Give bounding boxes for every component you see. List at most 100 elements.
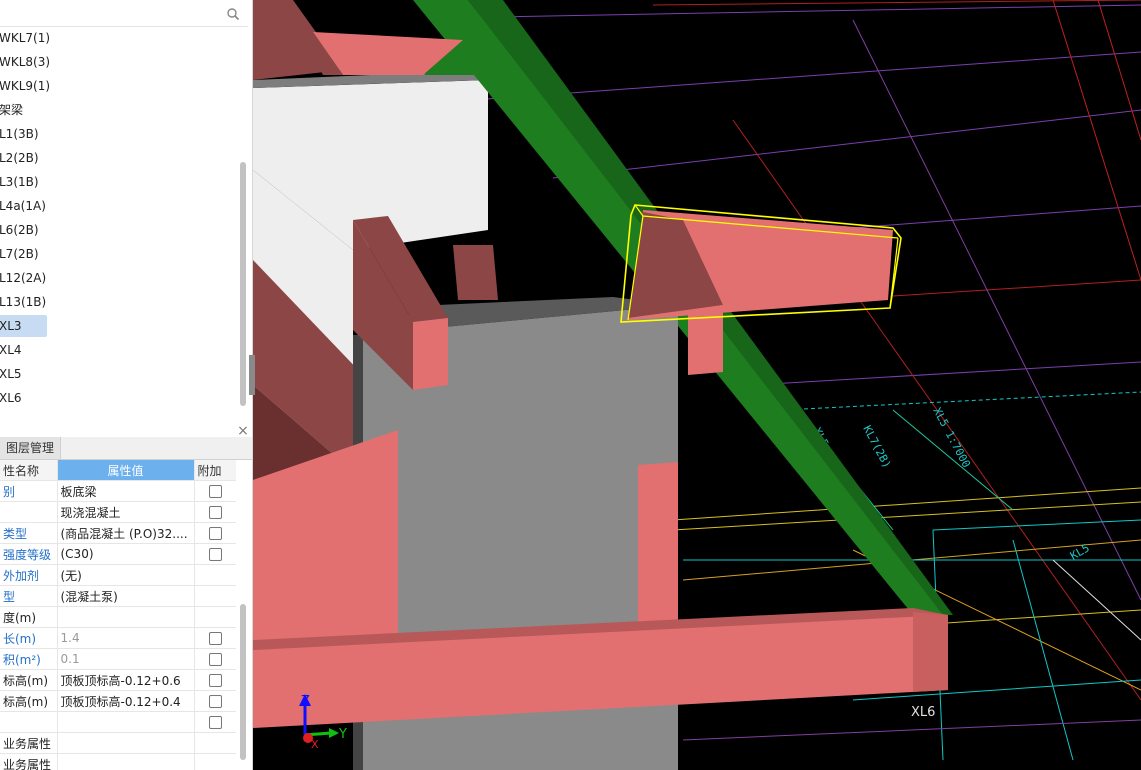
property-name: 标高(m)	[0, 690, 58, 712]
property-name: 积(m²)	[0, 648, 58, 670]
property-row[interactable]: 别板底梁	[0, 480, 236, 502]
extra-cell	[194, 480, 236, 502]
property-row[interactable]: 业务属性	[0, 732, 236, 754]
property-row[interactable]: 标高(m) 顶板顶标高-0.12+0.4	[0, 690, 236, 712]
property-name: 业务属性	[0, 732, 58, 754]
extra-cell	[194, 522, 236, 544]
property-row[interactable]: 积(m²) 0.1	[0, 648, 236, 670]
axis-y-label: Y	[338, 727, 347, 742]
extra-checkbox[interactable]	[208, 653, 222, 666]
property-value[interactable]: (无)	[57, 564, 195, 586]
extra-checkbox[interactable]	[208, 548, 222, 561]
extra-cell	[194, 753, 236, 770]
property-row[interactable]: 类型 (商品混凝土 (P.O)32....	[0, 522, 236, 544]
property-row[interactable]	[0, 711, 236, 733]
property-value[interactable]: 0.1	[57, 648, 195, 670]
property-row[interactable]: 外加剂 (无)	[0, 564, 236, 586]
property-row[interactable]: 强度等级 (C30)	[0, 543, 236, 565]
axis-z-label: Z	[301, 694, 310, 709]
extra-checkbox[interactable]	[208, 695, 222, 708]
header-extra: 附加	[194, 460, 236, 481]
extra-cell	[194, 690, 236, 712]
property-value[interactable]: 板底梁	[57, 480, 195, 502]
property-name: 别	[0, 480, 58, 502]
extra-cell	[194, 732, 236, 754]
header-property-name: 性名称	[0, 460, 58, 481]
tree-item[interactable]: XL5	[0, 363, 28, 385]
property-name: 度(m)	[0, 606, 58, 628]
tree-item[interactable]: L6(2B)	[0, 219, 45, 241]
component-tree: WKL7(1) WKL8(3) WKL9(1) 架梁 L1(3B) L2(2B)…	[0, 27, 238, 423]
tree-item[interactable]: WKL8(3)	[0, 51, 56, 73]
left-panel: WKL7(1) WKL8(3) WKL9(1) 架梁 L1(3B) L2(2B)…	[0, 0, 253, 770]
tree-item[interactable]: WKL9(1)	[0, 75, 56, 97]
property-row[interactable]: 长(m) 1.4	[0, 627, 236, 649]
panel-tab-bar: 图层管理	[0, 437, 252, 460]
close-icon[interactable]: ×	[236, 424, 250, 438]
extra-checkbox[interactable]	[208, 716, 222, 729]
search-icon[interactable]	[226, 7, 240, 21]
property-value[interactable]	[57, 711, 195, 733]
property-row[interactable]: 度(m)	[0, 606, 236, 628]
property-value[interactable]: 顶板顶标高-0.12+0.6	[57, 669, 195, 691]
property-name	[0, 501, 58, 523]
property-name	[0, 711, 58, 733]
property-name: 强度等级	[0, 543, 58, 565]
property-value[interactable]	[57, 606, 195, 628]
tree-item[interactable]: 架梁	[0, 99, 29, 121]
extra-checkbox[interactable]	[208, 632, 222, 645]
tree-item-selected[interactable]: XL3	[0, 315, 47, 337]
tree-item[interactable]: L7(2B)	[0, 243, 45, 265]
property-value[interactable]: 现浇混凝土	[57, 501, 195, 523]
extra-cell	[194, 711, 236, 733]
property-row[interactable]: 现浇混凝土	[0, 501, 236, 523]
model-canvas[interactable]: XL5 1:7000000 KL7(2B) XL5 1:7000 KL5 XL6	[253, 0, 1141, 770]
axis-x-label: X	[311, 738, 319, 751]
tree-item[interactable]: L1(3B)	[0, 123, 45, 145]
property-value[interactable]	[57, 753, 195, 770]
property-row[interactable]: 业务属性	[0, 753, 236, 770]
property-table: 性名称 属性值 附加 别板底梁 现浇混凝土 类型 (商品混凝土 (P.O)32....…	[0, 460, 236, 770]
property-name: 标高(m)	[0, 669, 58, 691]
property-value[interactable]: (C30)	[57, 543, 195, 565]
extra-checkbox[interactable]	[208, 485, 222, 498]
property-value[interactable]: 顶板顶标高-0.12+0.4	[57, 690, 195, 712]
extra-cell	[194, 564, 236, 586]
extra-cell	[194, 627, 236, 649]
3d-viewport[interactable]: XL5 1:7000000 KL7(2B) XL5 1:7000 KL5 XL6	[253, 0, 1141, 770]
property-row[interactable]: 标高(m) 顶板顶标高-0.12+0.6	[0, 669, 236, 691]
tree-item[interactable]: L2(2B)	[0, 147, 45, 169]
property-value[interactable]: (商品混凝土 (P.O)32....	[57, 522, 195, 544]
extra-cell	[194, 543, 236, 565]
extra-cell	[194, 606, 236, 628]
cad-label-xl6: XL6	[911, 705, 935, 720]
property-name: 型	[0, 585, 58, 607]
property-value[interactable]: (混凝土泵)	[57, 585, 195, 607]
header-property-value: 属性值	[57, 460, 195, 481]
extra-checkbox[interactable]	[208, 527, 222, 540]
property-value[interactable]: 1.4	[57, 627, 195, 649]
property-name: 类型	[0, 522, 58, 544]
property-name: 外加剂	[0, 564, 58, 586]
extra-cell	[194, 501, 236, 523]
tree-item[interactable]: L12(2A)	[0, 267, 52, 289]
property-value[interactable]	[57, 732, 195, 754]
extra-cell	[194, 648, 236, 670]
tree-item[interactable]: L3(1B)	[0, 171, 45, 193]
tree-item[interactable]: XL4	[0, 339, 28, 361]
tab-layer-management[interactable]: 图层管理	[0, 437, 62, 459]
tree-item[interactable]: XL6	[0, 387, 28, 409]
extra-cell	[194, 669, 236, 691]
svg-text:XL5 1:7000: XL5 1:7000	[930, 405, 973, 470]
tree-scrollbar[interactable]	[240, 162, 246, 406]
search-box[interactable]	[0, 4, 248, 27]
extra-checkbox[interactable]	[208, 674, 222, 687]
tree-item[interactable]: WKL7(1)	[0, 27, 56, 49]
property-row[interactable]: 型 (混凝土泵)	[0, 585, 236, 607]
tree-item[interactable]: L4a(1A)	[0, 195, 52, 217]
extra-checkbox[interactable]	[208, 506, 222, 519]
extra-cell	[194, 585, 236, 607]
props-scrollbar[interactable]	[240, 604, 246, 760]
tree-item[interactable]: L13(1B)	[0, 291, 52, 313]
panel-splitter[interactable]	[249, 355, 255, 395]
